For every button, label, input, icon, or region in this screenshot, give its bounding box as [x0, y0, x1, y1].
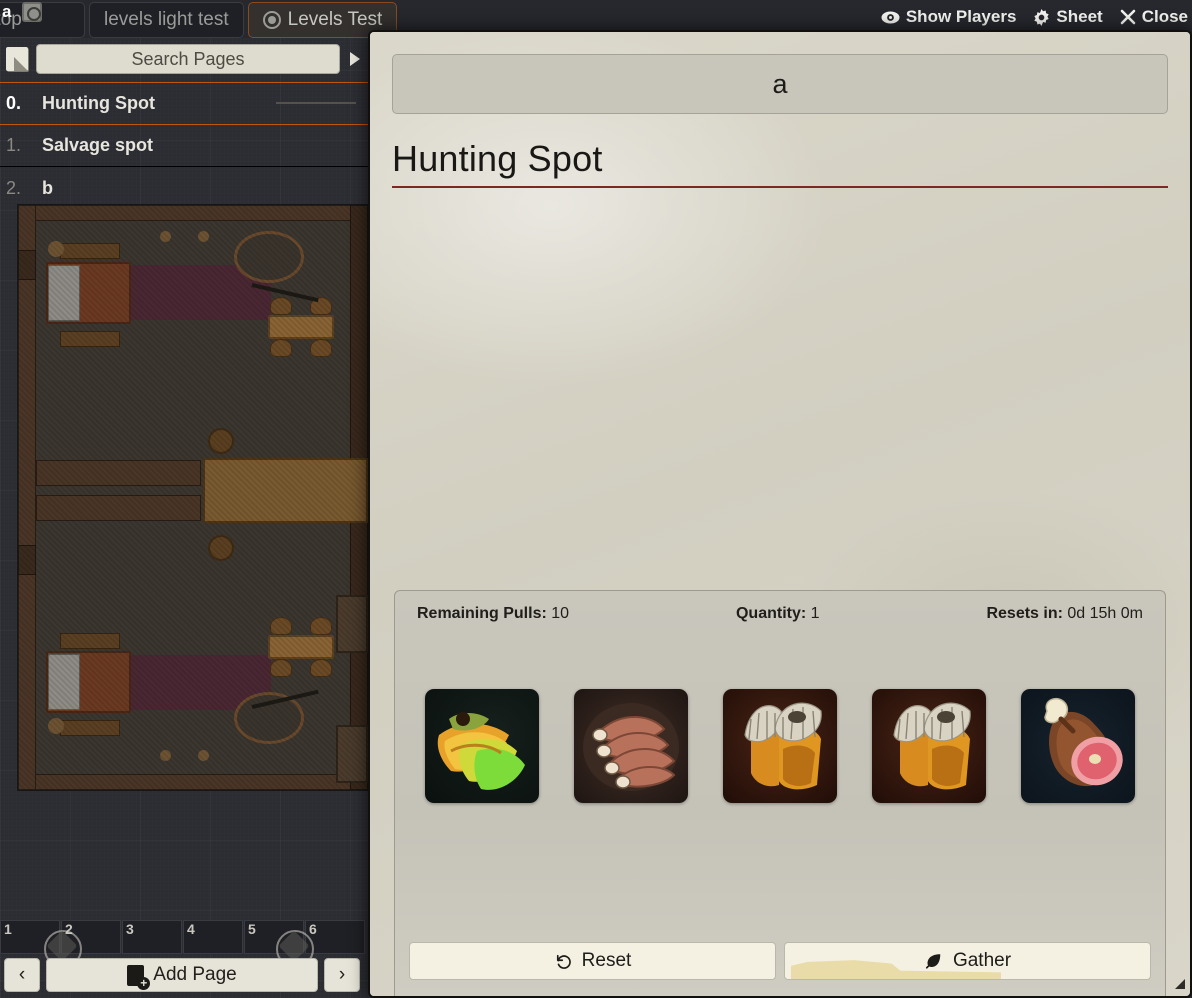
loot-action-buttons: Reset Gather	[409, 942, 1151, 980]
eye-icon	[881, 11, 900, 24]
sheet-label: Sheet	[1056, 7, 1103, 26]
reset-button[interactable]: Reset	[409, 942, 776, 980]
loot-item-ham[interactable]	[1021, 689, 1135, 803]
remaining-pulls-label: Remaining Pulls:	[417, 605, 547, 622]
page-plus-icon	[127, 964, 151, 990]
scene-tab-label: levels light test	[104, 9, 229, 30]
sidebar-search-row	[0, 38, 368, 82]
next-page-button[interactable]: ›	[324, 958, 360, 992]
resets-in-stat: Resets in: 0d 15h 0m	[986, 605, 1143, 623]
heading-divider	[392, 186, 1168, 188]
page-label: b	[42, 177, 53, 198]
search-input[interactable]	[36, 44, 340, 74]
page-label: Salvage spot	[42, 135, 154, 155]
scene-tab-levels-light-test[interactable]: levels light test	[89, 2, 244, 38]
page-navigation: ‹ Add Page ›	[4, 958, 360, 992]
gather-button[interactable]: Gather	[784, 942, 1151, 980]
add-page-button[interactable]: Add Page	[46, 958, 318, 992]
close-label: Close	[1141, 7, 1188, 26]
page-index: 2.	[6, 177, 22, 198]
page-index: 1.	[6, 135, 22, 155]
quantity-stat: Quantity: 1	[736, 605, 820, 623]
close-icon	[1120, 9, 1136, 25]
show-players-label: Show Players	[905, 7, 1017, 26]
scene-badge-a: a	[2, 2, 12, 21]
remaining-pulls-value: 10	[551, 605, 570, 622]
journal-title-input[interactable]	[392, 54, 1168, 114]
loot-item-bananas[interactable]	[425, 689, 539, 803]
window-resize-handle[interactable]	[1170, 976, 1188, 994]
triangle-right-icon[interactable]	[350, 52, 360, 66]
loot-stats-row: Remaining Pulls: 10 Quantity: 1 Resets i…	[409, 605, 1151, 623]
resets-in-value: 0d 15h 0m	[1067, 605, 1143, 622]
quantity-label: Quantity:	[735, 605, 807, 622]
page-list: 0. Hunting Spot 1. Salvage spot 2. b	[0, 82, 368, 209]
scene-tab-label: Levels Test	[287, 9, 383, 30]
page-title: Hunting Spot	[392, 138, 603, 179]
journal-window-controls: Show Players Sheet Close	[881, 0, 1188, 34]
loot-item-grid	[409, 689, 1151, 803]
add-page-label: Add Page	[153, 964, 237, 985]
leaf-icon	[924, 952, 943, 970]
remaining-pulls-stat: Remaining Pulls: 10	[417, 605, 569, 623]
page-index: 0.	[6, 93, 22, 113]
sheet-button[interactable]: Sheet	[1033, 7, 1103, 27]
loot-item-ribs[interactable]	[574, 689, 688, 803]
close-button[interactable]: Close	[1120, 7, 1188, 27]
previous-page-button[interactable]: ‹	[4, 958, 40, 992]
app-root: bletop levels light test Levels Test a S…	[0, 0, 1192, 998]
loot-item-corn-husk[interactable]	[723, 689, 837, 803]
target-icon	[262, 11, 281, 29]
macro-slot[interactable]: 4	[183, 920, 243, 954]
page-drag-handle[interactable]	[276, 102, 356, 104]
gather-label: Gather	[952, 950, 1012, 971]
page-list-item-hunting-spot[interactable]: 0. Hunting Spot	[0, 83, 368, 125]
scene-tab-tabletop[interactable]: bletop	[0, 2, 85, 38]
reset-label: Reset	[581, 950, 632, 971]
loot-panel: Remaining Pulls: 10 Quantity: 1 Resets i…	[394, 590, 1166, 996]
journal-page-icon	[6, 47, 28, 71]
page-label: Hunting Spot	[42, 93, 155, 113]
loot-item-corn-husk[interactable]	[872, 689, 986, 803]
journal-window: Hunting Spot Remaining Pulls: 10 Quantit…	[368, 30, 1192, 998]
gear-icon	[1033, 8, 1050, 26]
macro-slot[interactable]: 3	[122, 920, 182, 954]
map-icon	[22, 2, 42, 22]
page-list-item-salvage-spot[interactable]: 1. Salvage spot	[0, 125, 368, 167]
journal-sidebar: 0. Hunting Spot 1. Salvage spot 2. b	[0, 38, 368, 209]
undo-icon	[554, 952, 572, 970]
tavern-map-art	[18, 205, 368, 790]
page-list-item-b[interactable]: 2. b	[0, 167, 368, 209]
quantity-value: 1	[810, 605, 820, 622]
hotbar: 1 2 3 4 5 6 ‹ Add Page ›	[0, 920, 368, 998]
resets-in-label: Resets in:	[986, 605, 1063, 622]
show-players-button[interactable]: Show Players	[881, 7, 1017, 27]
